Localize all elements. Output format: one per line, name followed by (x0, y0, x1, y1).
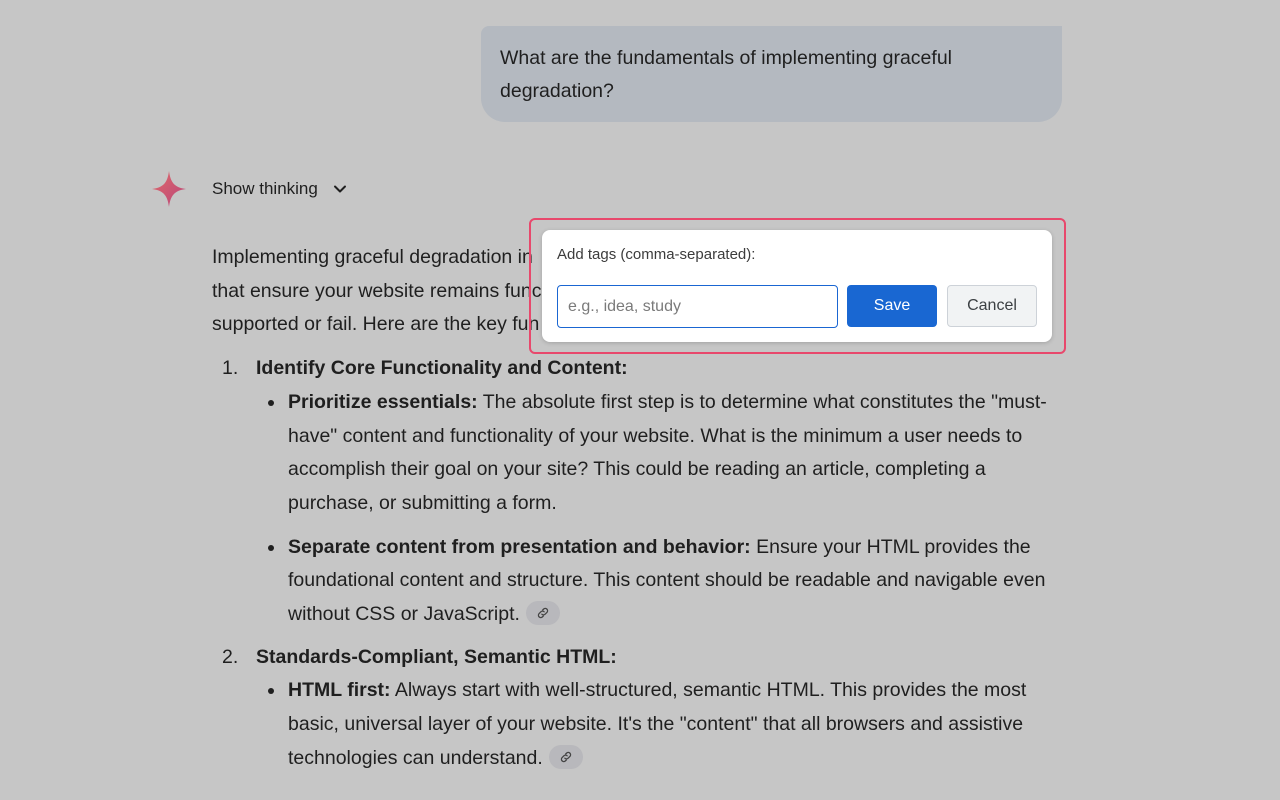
bullet-lead: Separate content from presentation and b… (288, 535, 751, 558)
user-message-line: What are the fundamentals of implementin… (500, 47, 952, 69)
user-message-bubble: What are the fundamentals of implementin… (481, 26, 1062, 122)
bullet-text: Always start with well-structured, seman… (288, 679, 1027, 769)
section-number: 2. (222, 645, 239, 668)
section-heading-text: Standards-Compliant, Semantic HTML: (256, 645, 617, 668)
cancel-button[interactable]: Cancel (947, 285, 1037, 327)
link-icon (537, 607, 549, 619)
bullet-list: Prioritize essentials: The absolute firs… (212, 386, 1062, 632)
add-tags-dialog: Add tags (comma-separated): Save Cancel (542, 230, 1052, 342)
link-icon (560, 751, 571, 762)
save-button[interactable]: Save (847, 285, 937, 327)
show-thinking-label: Show thinking (212, 179, 318, 198)
section-number: 1. (222, 357, 239, 380)
section-heading: 2. Standards-Compliant, Semantic HTML: (212, 641, 1062, 675)
list-item: HTML first: Always start with well-struc… (212, 674, 1062, 775)
bullet-list: HTML first: Always start with well-struc… (212, 674, 1062, 775)
list-item: Separate content from presentation and b… (212, 531, 1062, 632)
source-link-chip[interactable] (548, 744, 583, 769)
section-heading-text: Identify Core Functionality and Content: (256, 357, 628, 380)
bullet-lead: HTML first: (288, 679, 391, 702)
bullet-lead: Prioritize essentials: (288, 390, 478, 413)
sparkle-icon (152, 171, 186, 207)
show-thinking-toggle[interactable]: Show thinking (212, 177, 348, 201)
source-link-chip[interactable] (525, 600, 560, 625)
tags-input[interactable] (557, 285, 838, 328)
list-item: Prioritize essentials: The absolute firs… (212, 386, 1062, 521)
user-message-line: degradation? (500, 80, 614, 102)
section-heading: 1. Identify Core Functionality and Conte… (212, 352, 1062, 386)
dialog-title: Add tags (comma-separated): (557, 246, 756, 263)
chevron-down-icon (332, 181, 348, 197)
